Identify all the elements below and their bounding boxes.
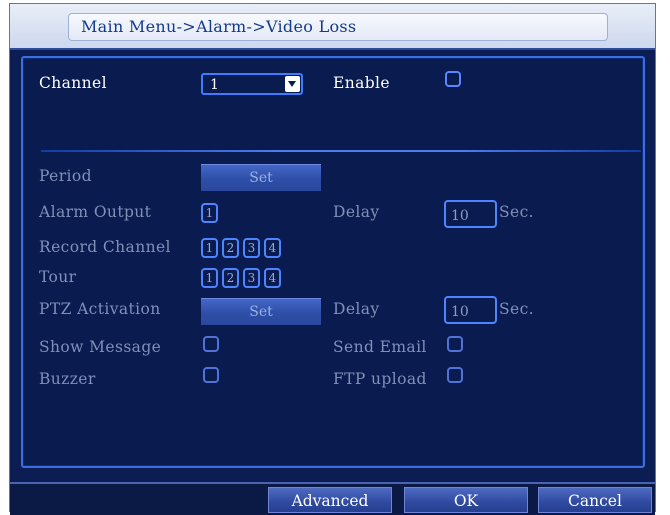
send-email-checkbox[interactable]: [447, 336, 463, 352]
cancel-button[interactable]: Cancel: [538, 487, 652, 513]
record-channel-box-1[interactable]: 1: [201, 238, 218, 258]
delay-label: Delay: [333, 203, 380, 221]
breadcrumb-text: Main Menu->Alarm->Video Loss: [81, 17, 357, 36]
title-bar: Main Menu->Alarm->Video Loss: [10, 4, 655, 50]
ok-button[interactable]: OK: [404, 487, 528, 513]
ptz-delay-label: Delay: [333, 300, 380, 318]
channel-select[interactable]: 1: [201, 73, 303, 95]
record-channel-box-3[interactable]: 3: [243, 238, 260, 258]
settings-panel: Channel 1 Enable Period Set Alarm Output…: [21, 56, 645, 468]
video-loss-window: Main Menu->Alarm->Video Loss Channel 1 E…: [9, 3, 656, 515]
buzzer-checkbox[interactable]: [203, 367, 219, 383]
send-email-label: Send Email: [333, 338, 427, 356]
ptz-set-button[interactable]: Set: [201, 298, 321, 325]
chevron-down-icon[interactable]: [285, 76, 300, 92]
tour-box-1[interactable]: 1: [201, 268, 218, 288]
alarm-output-label: Alarm Output: [39, 203, 152, 221]
enable-checkbox[interactable]: [445, 71, 461, 87]
channel-label: Channel: [39, 74, 107, 92]
tour-box-4[interactable]: 4: [264, 268, 281, 288]
period-set-button[interactable]: Set: [201, 164, 321, 191]
advanced-button[interactable]: Advanced: [268, 487, 392, 513]
ptz-delay-value: 10: [451, 304, 469, 320]
channel-value: 1: [210, 77, 219, 93]
alarm-output-box-1[interactable]: 1: [201, 203, 218, 223]
ptz-activation-label: PTZ Activation: [39, 300, 161, 318]
period-label: Period: [39, 167, 92, 185]
enable-label: Enable: [333, 74, 390, 92]
tour-box-3[interactable]: 3: [243, 268, 260, 288]
record-channel-box-2[interactable]: 2: [222, 238, 239, 258]
delay-value: 10: [451, 208, 469, 224]
bottom-button-bar: Advanced OK Cancel: [10, 482, 655, 515]
ptz-delay-unit: Sec.: [499, 300, 534, 318]
delay-unit: Sec.: [499, 203, 534, 221]
show-message-label: Show Message: [39, 338, 162, 356]
tour-box-2[interactable]: 2: [222, 268, 239, 288]
ptz-delay-input[interactable]: 10: [444, 296, 497, 324]
section-divider: [41, 150, 641, 152]
ftp-upload-checkbox[interactable]: [447, 367, 463, 383]
show-message-checkbox[interactable]: [203, 336, 219, 352]
ftp-upload-label: FTP upload: [333, 370, 427, 388]
delay-input[interactable]: 10: [444, 200, 497, 228]
record-channel-label: Record Channel: [39, 238, 171, 256]
record-channel-box-4[interactable]: 4: [264, 238, 281, 258]
tour-label: Tour: [39, 268, 77, 286]
buzzer-label: Buzzer: [39, 370, 96, 388]
breadcrumb: Main Menu->Alarm->Video Loss: [68, 13, 608, 41]
